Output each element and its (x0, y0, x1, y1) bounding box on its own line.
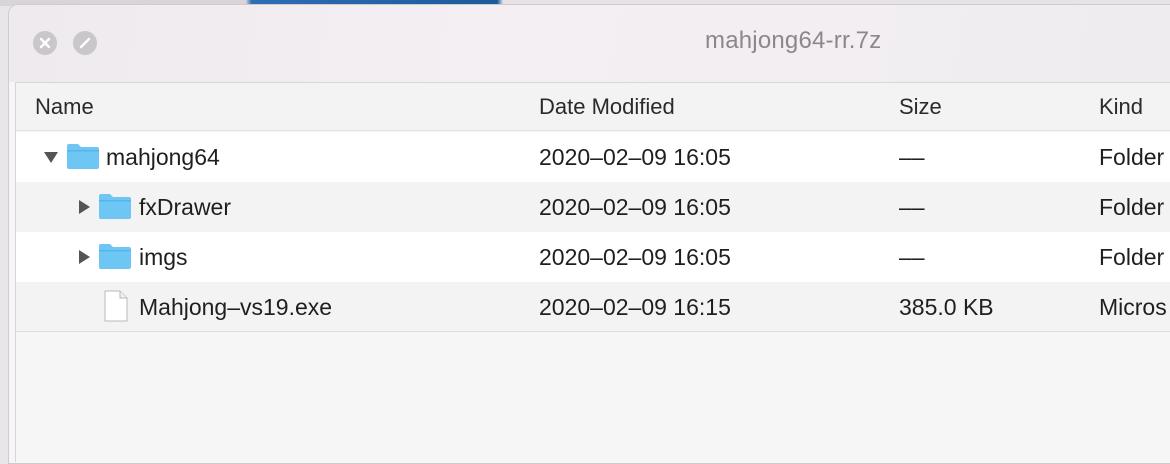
disclosure-expanded-icon[interactable] (43, 149, 59, 165)
column-header-date-modified[interactable]: Date Modified (539, 94, 675, 120)
disclosure-collapsed-icon[interactable] (76, 199, 92, 215)
item-date: 2020–02–09 16:15 (539, 294, 731, 320)
folder-icon (99, 194, 131, 219)
file-list: Name Date Modified Size Kind mahjong64 2… (15, 82, 1170, 462)
item-kind: Folder (1099, 144, 1165, 170)
item-kind: Folder (1099, 194, 1165, 220)
item-date: 2020–02–09 16:05 (539, 244, 731, 270)
column-header-size[interactable]: Size (899, 94, 942, 120)
item-date: 2020–02–09 16:05 (539, 144, 731, 170)
file-icon (104, 290, 128, 322)
list-item[interactable]: Mahjong–vs19.exe 2020–02–09 16:15 385.0 … (16, 282, 1170, 332)
item-size: –– (899, 244, 925, 270)
list-item[interactable]: imgs 2020–02–09 16:05 –– Folder (16, 232, 1170, 282)
item-name: mahjong64 (106, 144, 220, 170)
archive-window: mahjong64-rr.7z Name Date Modified Size … (8, 4, 1170, 464)
column-header-kind[interactable]: Kind (1099, 94, 1143, 120)
item-kind: Micros (1099, 294, 1167, 320)
titlebar: mahjong64-rr.7z (9, 5, 1170, 82)
folder-icon (99, 244, 131, 269)
item-name: Mahjong–vs19.exe (139, 294, 333, 320)
item-date: 2020–02–09 16:05 (539, 194, 731, 220)
column-header-row: Name Date Modified Size Kind (16, 83, 1170, 131)
column-header-name[interactable]: Name (35, 94, 94, 120)
item-size: 385.0 KB (899, 294, 994, 320)
item-size: –– (899, 144, 925, 170)
close-icon (39, 37, 51, 49)
list-item[interactable]: fxDrawer 2020–02–09 16:05 –– Folder (16, 182, 1170, 232)
folder-icon (67, 144, 99, 169)
window-title: mahjong64-rr.7z (705, 27, 882, 54)
disclosure-collapsed-icon[interactable] (76, 249, 92, 265)
list-divider (16, 331, 1170, 332)
disabled-icon (79, 37, 91, 49)
close-button[interactable] (33, 31, 57, 55)
item-name: fxDrawer (139, 194, 232, 220)
minimize-button[interactable] (73, 31, 97, 55)
item-name: imgs (139, 244, 188, 270)
item-size: –– (899, 194, 925, 220)
list-item[interactable]: mahjong64 2020–02–09 16:05 –– Folder (16, 132, 1170, 182)
item-kind: Folder (1099, 244, 1165, 270)
